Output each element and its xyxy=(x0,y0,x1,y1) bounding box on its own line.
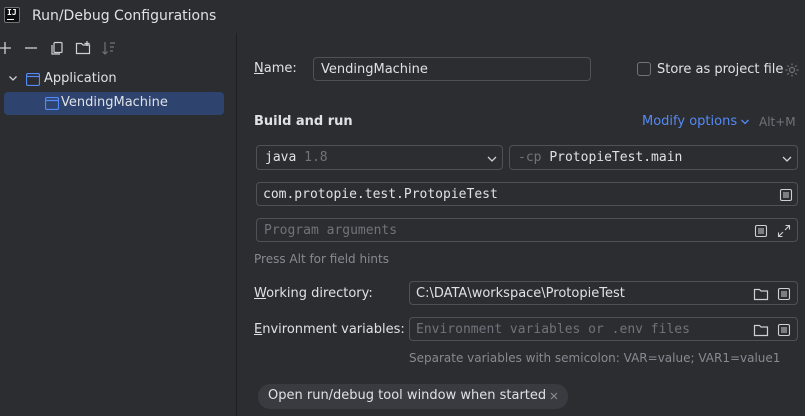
title-bar: IJ Run/Debug Configurations xyxy=(0,0,805,33)
store-as-project-file-checkbox[interactable] xyxy=(637,62,651,76)
tree-item-vendingmachine[interactable]: VendingMachine xyxy=(0,92,236,115)
build-and-run-title: Build and run xyxy=(254,114,353,129)
list-icon[interactable] xyxy=(776,322,792,338)
new-folder-icon[interactable] xyxy=(75,40,91,56)
browse-list-icon[interactable] xyxy=(778,187,794,203)
window-title: Run/Debug Configurations xyxy=(32,8,217,24)
application-icon xyxy=(26,73,40,86)
application-config-icon xyxy=(45,97,59,110)
cp-flag: -cp xyxy=(518,150,542,165)
name-input[interactable]: VendingMachine xyxy=(313,57,591,81)
chip-label: Open run/debug tool window when started xyxy=(268,388,547,403)
chevron-down-icon[interactable] xyxy=(740,117,750,127)
environment-variables-input[interactable]: Environment variables or .env files xyxy=(409,317,798,341)
chevron-down-icon xyxy=(782,156,792,162)
chevron-down-icon xyxy=(487,156,497,162)
environment-variables-hint: Separate variables with semicolon: VAR=v… xyxy=(409,351,781,365)
tree-item-label: VendingMachine xyxy=(61,95,168,110)
close-icon[interactable] xyxy=(548,390,560,402)
environment-variables-label: Environment variables: xyxy=(254,322,405,337)
tree-group-application[interactable]: Application xyxy=(0,68,236,91)
add-icon[interactable] xyxy=(0,40,13,56)
folder-icon[interactable] xyxy=(753,322,769,338)
name-label: Name: xyxy=(254,61,297,76)
classpath-module-select[interactable]: -cp ProtopieTest.main xyxy=(509,145,798,170)
jdk-name: java xyxy=(265,150,297,165)
working-directory-input[interactable]: C:\DATA\workspace\ProtopieTest xyxy=(409,281,798,305)
list-icon[interactable] xyxy=(753,223,769,239)
tree-group-label: Application xyxy=(44,71,117,86)
field-hints-text: Press Alt for field hints xyxy=(254,252,389,266)
modify-options-link[interactable]: Modify options xyxy=(642,114,737,129)
folder-icon[interactable] xyxy=(753,286,769,302)
open-tool-window-option-chip[interactable]: Open run/debug tool window when started xyxy=(258,384,568,409)
jdk-version: 1.8 xyxy=(304,150,328,165)
gear-icon[interactable] xyxy=(784,62,800,78)
working-directory-label: Working directory: xyxy=(254,286,373,301)
chevron-down-icon[interactable] xyxy=(7,72,19,84)
cp-value: ProtopieTest.main xyxy=(549,150,683,165)
expand-icon[interactable] xyxy=(776,223,792,239)
remove-icon[interactable] xyxy=(23,40,39,56)
modify-options-shortcut: Alt+M xyxy=(759,115,796,129)
copy-icon[interactable] xyxy=(49,40,65,56)
store-as-project-file-label: Store as project file xyxy=(657,62,784,77)
list-icon[interactable] xyxy=(776,286,792,302)
sort-icon[interactable] xyxy=(101,40,117,56)
program-arguments-input[interactable]: Program arguments xyxy=(256,218,798,242)
intellij-logo-icon: IJ xyxy=(4,7,20,23)
main-class-input[interactable]: com.protopie.test.ProtopieTest xyxy=(256,182,798,206)
jdk-select[interactable]: java 1.8 xyxy=(256,145,503,170)
